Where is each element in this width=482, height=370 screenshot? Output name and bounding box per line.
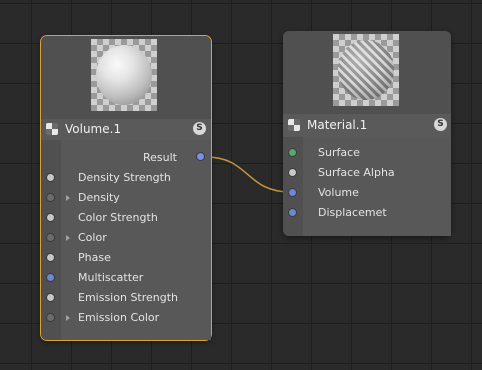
material-node-body: Surface Surface Alpha Volume Displacemet — [283, 137, 451, 236]
input-label: Color Strength — [78, 211, 158, 224]
input-label: Volume — [318, 186, 359, 199]
input-port-displacement[interactable] — [288, 208, 297, 217]
material-node[interactable]: Material.1 S Surface Surface Alpha Volum… — [283, 31, 451, 236]
volume-node-title: Volume.1 — [65, 122, 122, 136]
material-node-header[interactable]: Material.1 S — [283, 115, 451, 135]
wire-result-to-volume[interactable] — [205, 156, 292, 193]
material-input-row: Surface Alpha — [283, 163, 451, 183]
volume-input-row: Emission Strength — [41, 288, 211, 308]
volume-preview-area — [41, 36, 211, 119]
material-preview-thumbnail — [333, 34, 399, 106]
material-sphere-preview — [338, 40, 394, 100]
expand-arrow-icon[interactable] — [66, 235, 70, 241]
input-label: Density — [78, 191, 120, 204]
input-port-surface[interactable] — [288, 148, 297, 157]
output-label-result: Result — [143, 150, 177, 164]
input-port-phase[interactable] — [46, 253, 55, 262]
volume-output-result: Result — [41, 147, 211, 167]
volume-node[interactable]: Volume.1 S Result Density Strength Densi… — [40, 35, 212, 341]
material-node-title: Material.1 — [307, 118, 368, 132]
expand-arrow-icon[interactable] — [66, 195, 70, 201]
input-port-emission-color[interactable] — [46, 313, 55, 322]
material-node-icon — [288, 119, 300, 131]
solo-badge-icon[interactable]: S — [434, 118, 447, 131]
volume-preview-thumbnail — [91, 39, 157, 111]
material-input-row: Volume — [283, 183, 451, 203]
volume-input-row: Color — [41, 228, 211, 248]
expand-arrow-icon[interactable] — [66, 315, 70, 321]
input-port-color[interactable] — [46, 233, 55, 242]
input-label: Surface Alpha — [318, 166, 395, 179]
volume-sphere-preview — [96, 45, 152, 105]
input-port-density[interactable] — [46, 193, 55, 202]
input-label: Emission Strength — [78, 291, 179, 304]
input-label: Multiscatter — [78, 271, 144, 284]
volume-input-row: Color Strength — [41, 208, 211, 228]
volume-input-row: Emission Color — [41, 308, 211, 328]
material-input-row: Surface — [283, 143, 451, 163]
volume-node-body: Result Density Strength Density Color St… — [41, 140, 211, 340]
volume-input-row: Density Strength — [41, 168, 211, 188]
volume-input-row: Phase — [41, 248, 211, 268]
input-port-surface-alpha[interactable] — [288, 168, 297, 177]
material-preview-area — [283, 31, 451, 114]
input-port-density-strength[interactable] — [46, 173, 55, 182]
input-port-volume[interactable] — [288, 188, 297, 197]
input-label: Emission Color — [78, 311, 160, 324]
input-label: Color — [78, 231, 107, 244]
volume-input-row: Density — [41, 188, 211, 208]
input-label: Surface — [318, 146, 360, 159]
input-label: Density Strength — [78, 171, 171, 184]
material-input-row: Displacemet — [283, 203, 451, 223]
output-port-result[interactable] — [196, 152, 205, 161]
volume-input-row: Multiscatter — [41, 268, 211, 288]
input-label: Displacemet — [318, 206, 387, 219]
input-port-multiscatter[interactable] — [46, 273, 55, 282]
input-port-emission-strength[interactable] — [46, 293, 55, 302]
input-label: Phase — [78, 251, 111, 264]
volume-node-header[interactable]: Volume.1 S — [41, 119, 211, 139]
material-node-icon — [46, 123, 58, 135]
solo-badge-icon[interactable]: S — [193, 122, 206, 135]
input-port-color-strength[interactable] — [46, 213, 55, 222]
